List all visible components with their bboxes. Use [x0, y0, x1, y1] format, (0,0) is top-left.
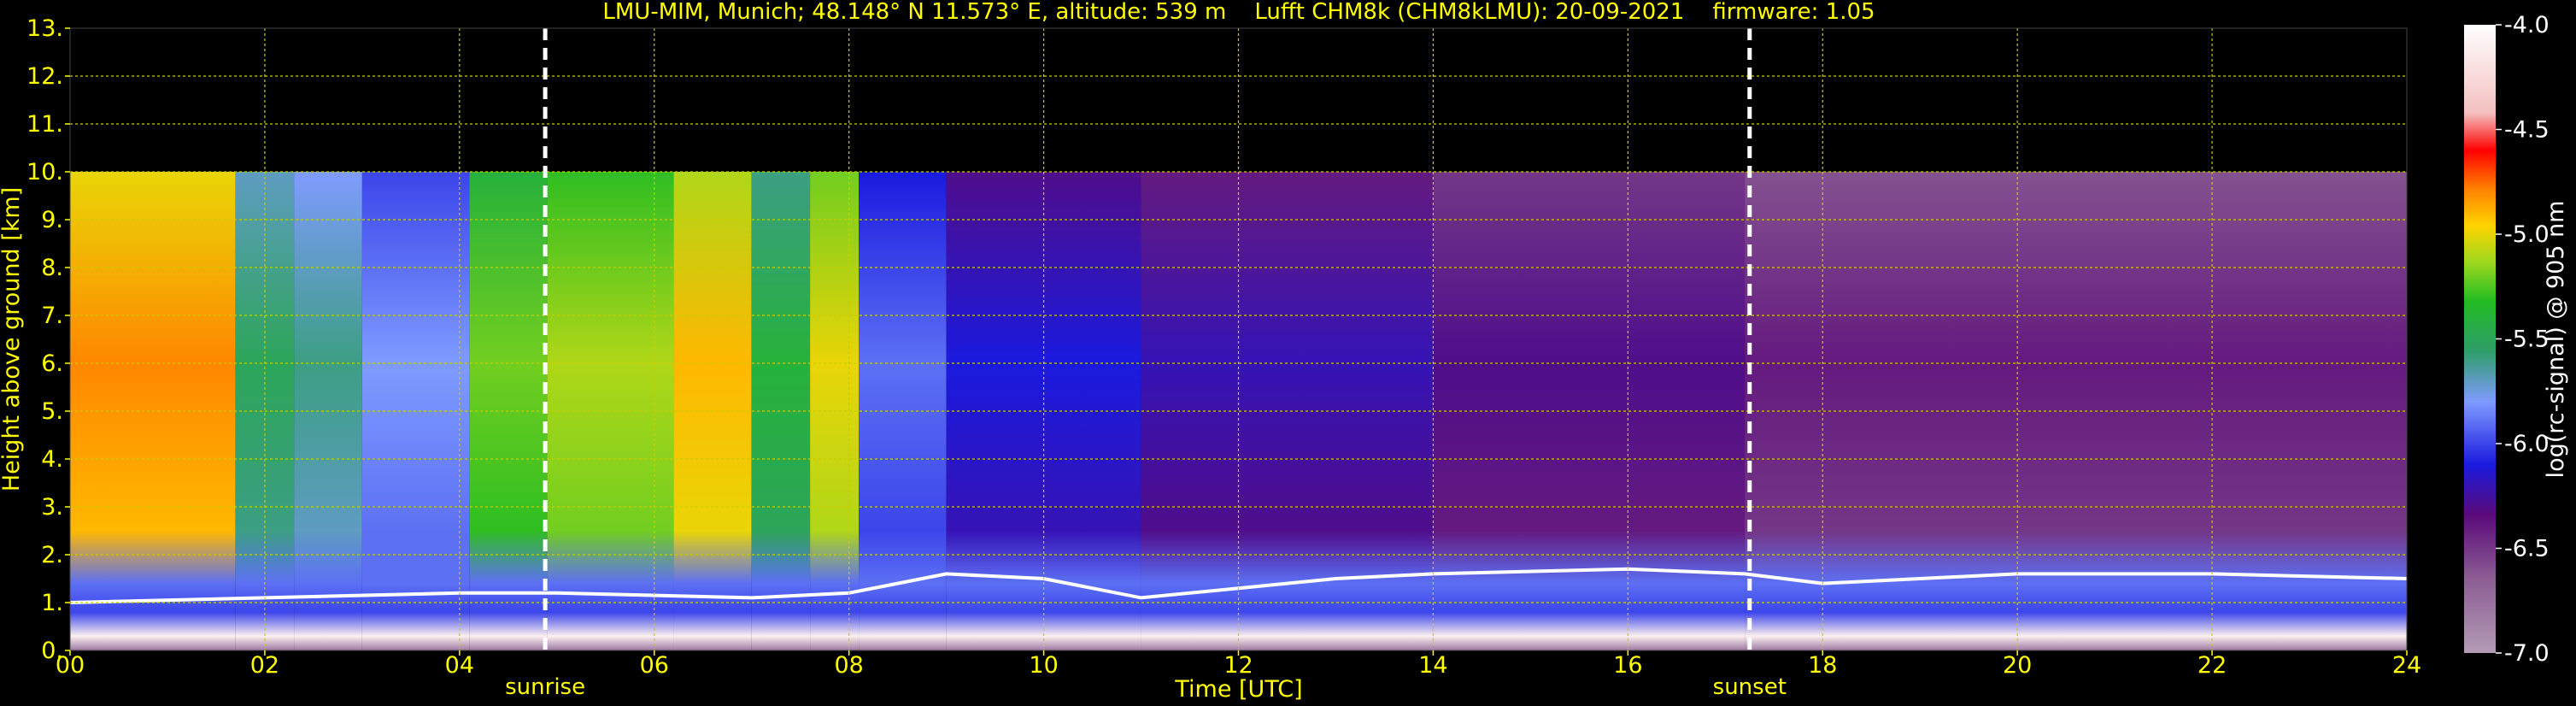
heatmap-segment: [751, 172, 811, 650]
colorbar: [2464, 25, 2496, 653]
y-axis-label: Height above ground [km]: [0, 187, 25, 491]
x-tick-label: 18: [1808, 652, 1837, 679]
y-tick-label: 4.: [41, 446, 63, 473]
y-tick-label: 1.: [41, 590, 63, 616]
x-ticks: 00 02 04 06 08 10 12 14 16 18 20 22 24: [56, 650, 2421, 679]
colorbar-tick-label: -7.0: [2504, 640, 2550, 667]
y-tick-label: 3.: [41, 494, 63, 521]
y-tick-label: 2.: [41, 542, 63, 568]
colorbar-tick-label: -4.0: [2504, 12, 2550, 38]
colorbar-tick-label: -4.5: [2504, 117, 2550, 144]
x-tick-label: 02: [250, 652, 279, 679]
annotation-label-sunrise: sunrise: [505, 674, 585, 700]
y-tick-label: 8.: [41, 255, 63, 281]
chart-title: LMU-MIM, Munich; 48.148° N 11.573° E, al…: [602, 0, 1875, 25]
y-tick-label: 5.: [41, 398, 63, 425]
y-ticks: 0. 1. 2. 3. 4. 5. 6. 7. 8. 9. 10. 11. 12. 13.: [26, 15, 70, 664]
y-tick-label: 12.: [26, 63, 63, 90]
x-tick-label: 08: [834, 652, 863, 679]
x-tick-label: 24: [2392, 652, 2421, 679]
x-tick-label: 14: [1418, 652, 1447, 679]
x-tick-label: 20: [2003, 652, 2032, 679]
colorbar-label: log(rc-signal) @ 905 nm: [2543, 201, 2569, 479]
y-tick-label: 0.: [41, 638, 63, 664]
x-tick-label: 16: [1613, 652, 1642, 679]
y-tick-label: 9.: [41, 207, 63, 233]
x-tick-label: 04: [445, 652, 474, 679]
ceilometer-chart: sunrise sunset LMU-MIM, Munich; 48.148° N…: [0, 0, 2569, 703]
x-tick-label: 06: [640, 652, 669, 679]
colorbar-ticks: -4.0-4.5-5.0-5.5-6.0-6.5-7.0: [2496, 12, 2550, 667]
y-tick-label: 13.: [26, 15, 63, 42]
x-tick-label: 12: [1223, 652, 1253, 679]
x-tick-label: 10: [1029, 652, 1058, 679]
y-tick-label: 11.: [26, 111, 63, 138]
annotation-label-sunset: sunset: [1713, 674, 1787, 700]
y-tick-label: 6.: [41, 350, 63, 377]
x-tick-label: 22: [2198, 652, 2227, 679]
colorbar-tick-label: -6.5: [2504, 536, 2550, 562]
x-axis-label: Time [UTC]: [1174, 676, 1302, 703]
y-tick-label: 7.: [41, 303, 63, 329]
y-tick-label: 10.: [26, 159, 63, 185]
